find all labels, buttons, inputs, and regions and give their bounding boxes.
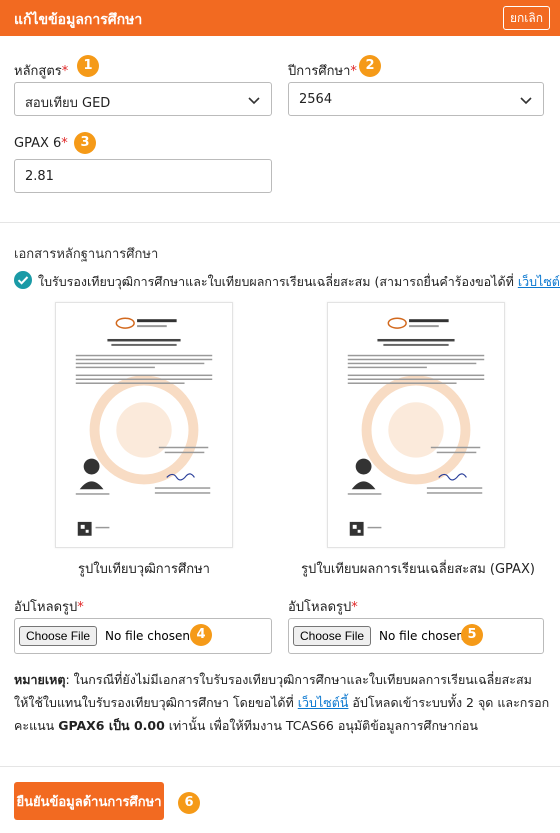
section-divider <box>0 222 560 223</box>
step-badge-4: 4 <box>190 624 212 646</box>
upload-label-left: อัปโหลดรูป* <box>14 596 84 617</box>
note-bold: GPAX6 เป็น 0.00 <box>58 718 165 733</box>
sample-gpax-image <box>327 302 505 548</box>
certificate-illustration <box>75 317 213 536</box>
chevron-down-icon <box>248 97 260 105</box>
upload-label-right-text: อัปโหลดรูป <box>288 600 352 615</box>
step-badge-5: 5 <box>461 624 483 646</box>
upload-label-right: อัปโหลดรูป* <box>288 596 358 617</box>
gpax-value: 2.81 <box>25 169 54 184</box>
step-badge-6: 6 <box>178 792 200 814</box>
caption-certificate: รูปใบเทียบวุฒิการศึกษา <box>78 562 210 577</box>
required-mark: * <box>61 64 69 79</box>
required-mark: * <box>351 600 358 615</box>
step-badge-1: 1 <box>77 55 99 77</box>
caption-gpax: รูปใบเทียบผลการเรียนเฉลี่ยสะสม (GPAX) <box>301 562 535 577</box>
year-label-text: ปีการศึกษา <box>288 64 351 79</box>
gpax-label: GPAX 6* <box>14 136 68 151</box>
cancel-button[interactable]: ยกเลิก <box>502 6 550 30</box>
request-website-link[interactable]: เว็บไซต์นี้ <box>518 274 560 289</box>
note-text-3: เท่านั้น เพื่อให้ทีมงาน TCAS66 อนุมัติข้… <box>164 718 478 733</box>
year-value: 2564 <box>299 92 333 107</box>
file-status: No file chosen <box>379 629 465 643</box>
gpax-input[interactable]: 2.81 <box>14 159 272 193</box>
checkbox-text-before: ใบรับรองเทียบวุฒิการศึกษาและใบเทียบผลการ… <box>38 274 518 289</box>
confirm-education-button[interactable]: ยืนยันข้อมูลด้านการศึกษา <box>14 782 164 820</box>
note-text: หมายเหตุ: ในกรณีที่ยังไม่มีเอกสารใบรับรอ… <box>14 668 550 737</box>
footer-divider <box>0 766 560 767</box>
required-mark: * <box>350 64 357 79</box>
curriculum-value: สอบเทียบ GED <box>25 96 111 111</box>
year-select[interactable]: 2564 <box>288 82 544 116</box>
required-mark: * <box>61 136 68 151</box>
modal-title: แก้ไขข้อมูลการศึกษา <box>14 12 143 28</box>
step-badge-3: 3 <box>74 132 96 154</box>
step-badge-2: 2 <box>359 55 381 77</box>
check-circle-icon[interactable] <box>14 271 32 289</box>
documents-checkbox-label: ใบรับรองเทียบวุฒิการศึกษาและใบเทียบผลการ… <box>38 272 560 292</box>
choose-file-button[interactable]: Choose File <box>293 626 372 646</box>
gpax-label-text: GPAX 6 <box>14 136 62 151</box>
gpax-illustration <box>347 317 485 536</box>
upload-gpax-input[interactable]: Choose File No file chosen <box>288 618 544 654</box>
curriculum-label-text: หลักสูตร <box>14 64 62 79</box>
chevron-down-icon <box>520 97 532 105</box>
note-prefix: หมายเหตุ <box>14 672 66 687</box>
note-website-link[interactable]: เว็บไซต์นี้ <box>298 695 349 710</box>
year-label: ปีการศึกษา* <box>288 60 357 81</box>
upload-certificate-input[interactable]: Choose File No file chosen <box>14 618 272 654</box>
file-status: No file chosen <box>105 629 191 643</box>
choose-file-button[interactable]: Choose File <box>19 626 98 646</box>
documents-section-title: เอกสารหลักฐานการศึกษา <box>14 247 159 262</box>
required-mark: * <box>77 600 84 615</box>
curriculum-select[interactable]: สอบเทียบ GED <box>14 82 272 116</box>
sample-certificate-image <box>55 302 233 548</box>
upload-label-left-text: อัปโหลดรูป <box>14 600 78 615</box>
curriculum-label: หลักสูตร* <box>14 60 68 81</box>
modal-header: แก้ไขข้อมูลการศึกษา ยกเลิก <box>0 0 560 36</box>
